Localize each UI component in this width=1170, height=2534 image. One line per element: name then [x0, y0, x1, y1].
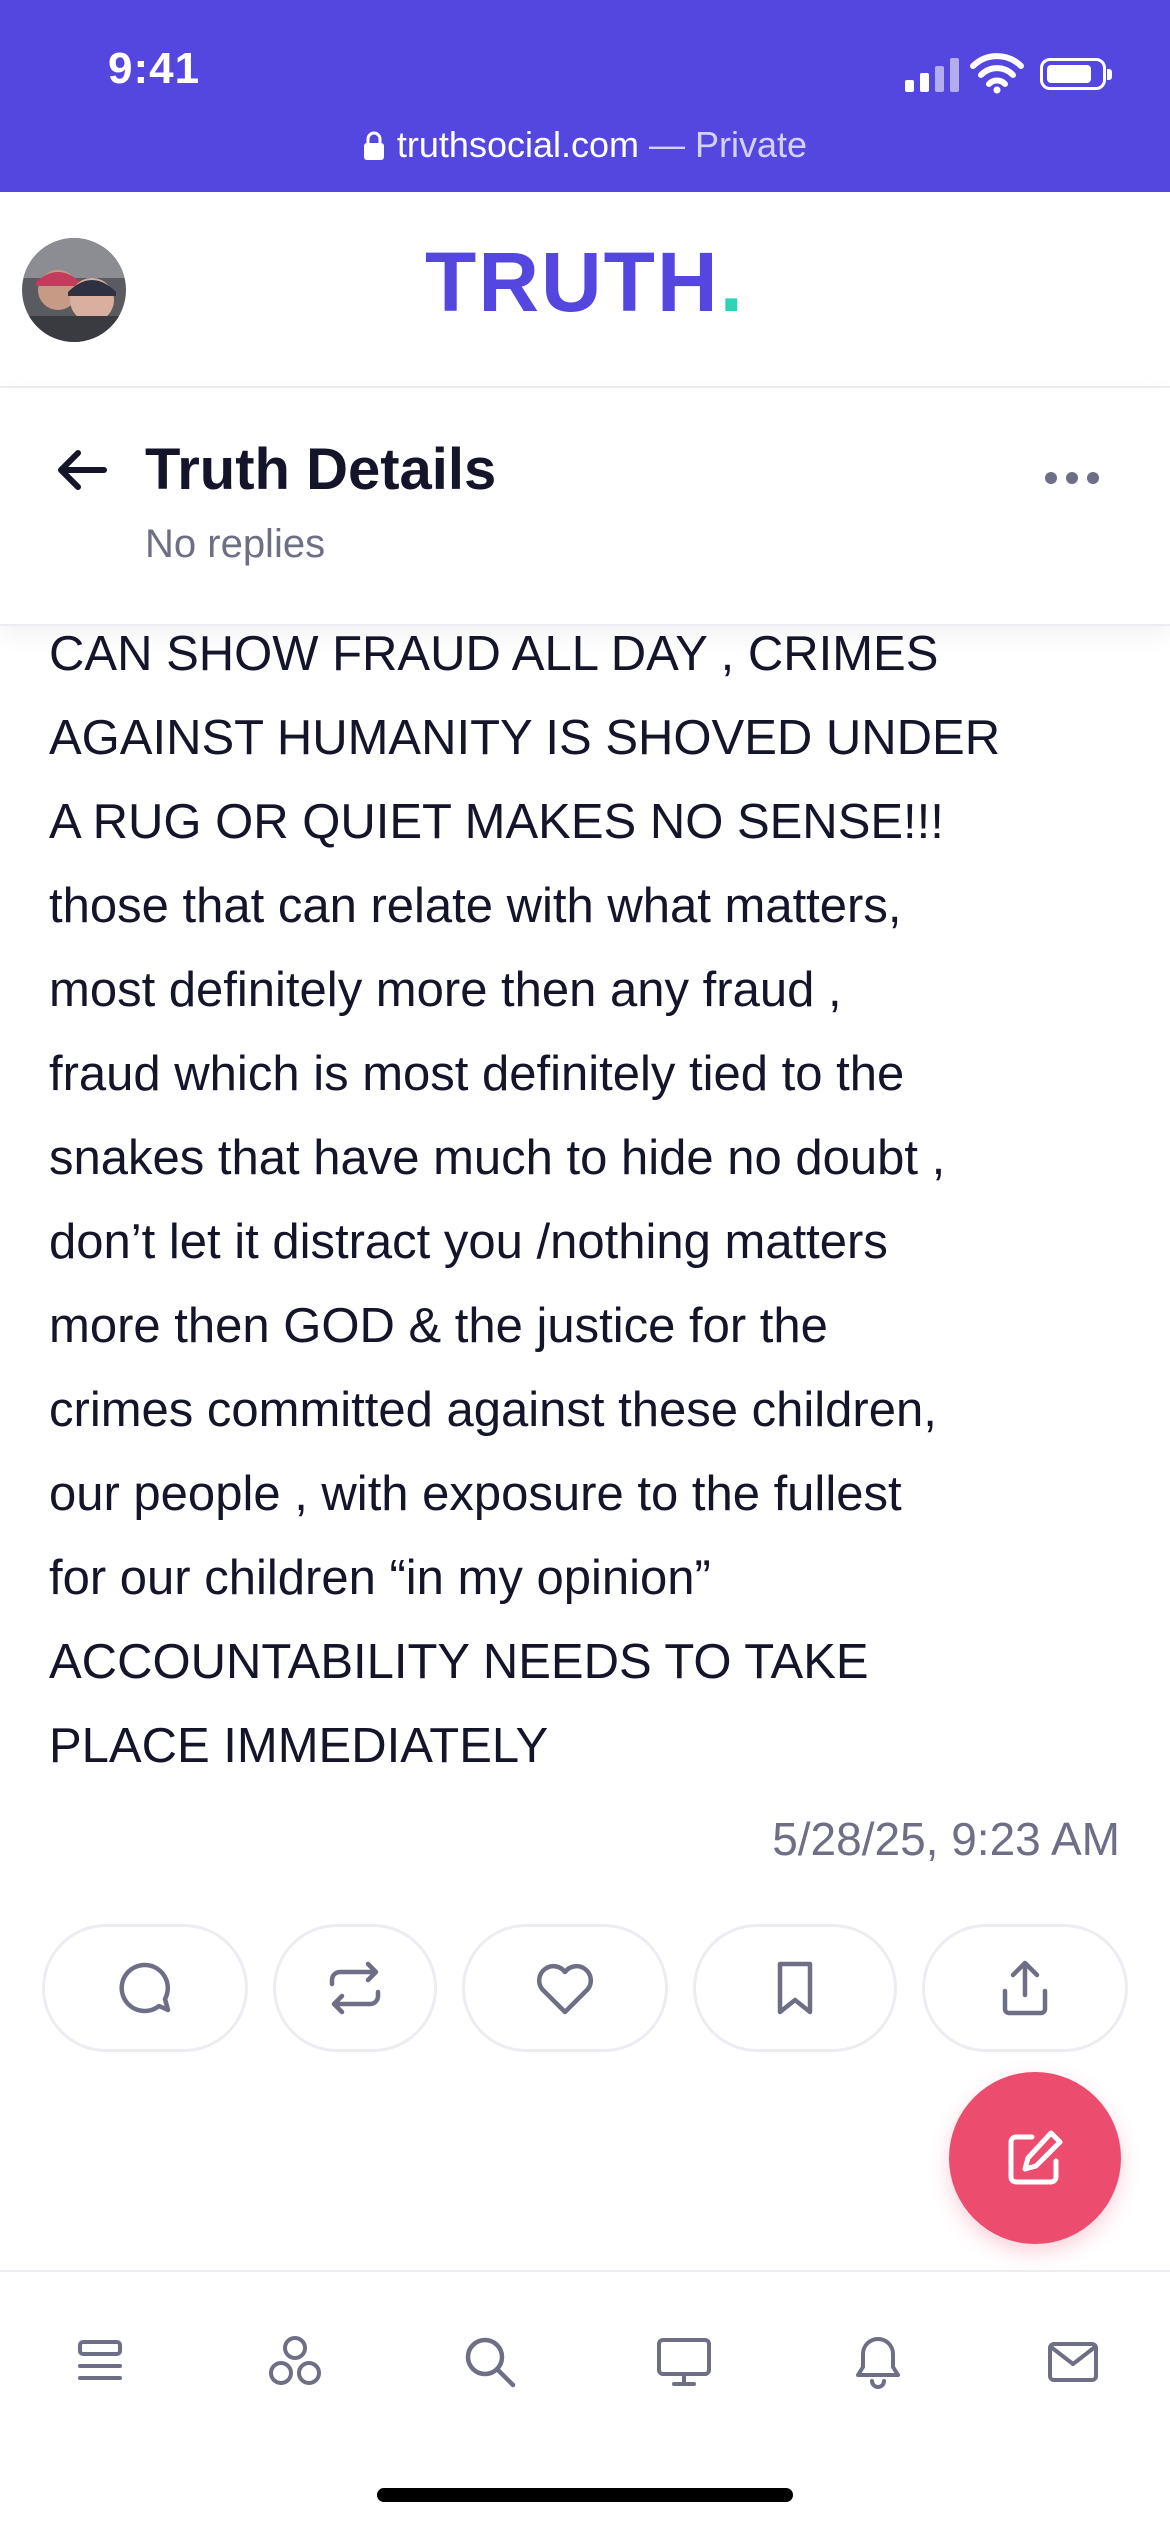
search-icon [465, 2337, 516, 2388]
post-line: PLACE IMMEDIATELY [49, 1719, 549, 1773]
post-body: CAN SHOW FRAUD ALL DAY , CRIMES AGAINST H… [49, 612, 1129, 1788]
post-timestamp: 5/28/25, 9:23 AM [772, 1813, 1120, 1865]
wifi-icon [970, 53, 1024, 94]
page-title: Truth Details [145, 437, 497, 502]
compose-icon [1008, 2130, 1063, 2185]
tab-search[interactable] [430, 2322, 550, 2402]
tab-messages[interactable] [1013, 2322, 1133, 2402]
logo-dot: . [719, 235, 745, 329]
clock: 9:41 [108, 44, 201, 93]
post-line: more then GOD & the justice for the [49, 1299, 828, 1353]
bookmark-button[interactable] [693, 1924, 897, 2052]
cellular-signal-icon [905, 58, 959, 92]
notifications-icon [856, 2337, 900, 2389]
post-line: most definitely more then any fraud , [49, 963, 842, 1017]
battery-icon [1040, 58, 1112, 90]
bookmark-icon [777, 1961, 813, 2015]
like-button[interactable] [462, 1924, 668, 2052]
retruth-icon [329, 1961, 381, 2015]
action-bar [0, 1924, 1170, 2056]
groups-icon [269, 2336, 321, 2385]
truth-logo[interactable]: TRUTH. [0, 234, 1170, 331]
retruth-button[interactable] [273, 1924, 437, 2052]
reply-icon [119, 1962, 171, 2014]
post-line: those that can relate with what matters, [49, 879, 902, 933]
more-options-icon[interactable] [1045, 472, 1099, 484]
logo-text: TRUTH [425, 235, 720, 329]
detail-header: Truth Details No replies [0, 388, 1170, 626]
compose-button[interactable] [949, 2072, 1121, 2244]
messages-icon [1048, 2342, 1098, 2382]
post-line: fraud which is most definitely tied to t… [49, 1047, 905, 1101]
private-label: — Private [639, 124, 808, 165]
tab-notifications[interactable] [818, 2322, 938, 2402]
tab-tv[interactable] [624, 2322, 744, 2402]
url-bar[interactable]: truthsocial.com — Private [0, 124, 1170, 166]
url-text: truthsocial.com [396, 124, 640, 165]
post-line: for our children “in my opinion” [49, 1551, 711, 1605]
share-icon [1002, 1960, 1048, 2016]
home-indicator[interactable] [377, 2488, 793, 2502]
reply-count: No replies [145, 522, 326, 566]
back-arrow-icon[interactable] [52, 440, 112, 500]
post-line: crimes committed against these children, [49, 1383, 937, 1437]
tab-groups[interactable] [235, 2322, 355, 2402]
post-line: A RUG OR QUIET MAKES NO SENSE!!! [49, 795, 944, 849]
app-header: TRUTH. [0, 192, 1170, 388]
feed-icon [78, 2340, 122, 2380]
lock-icon [363, 131, 384, 160]
share-button[interactable] [922, 1924, 1128, 2052]
tab-feed[interactable] [40, 2322, 160, 2402]
post-line: snakes that have much to hide no doubt , [49, 1131, 946, 1185]
tv-icon [657, 2338, 711, 2386]
like-icon [536, 1964, 594, 2015]
post-line: AGAINST HUMANITY IS SHOVED UNDER [49, 711, 1001, 765]
post-line: our people , with exposure to the fulles… [49, 1467, 902, 1521]
post-line: CAN SHOW FRAUD ALL DAY , CRIMES [49, 627, 939, 681]
post-line: don’t let it distract you /nothing matte… [49, 1215, 888, 1269]
status-bar: 9:41 truthsocial.com — Private [0, 0, 1170, 192]
reply-button[interactable] [42, 1924, 248, 2052]
post-line: ACCOUNTABILITY NEEDS TO TAKE [49, 1635, 869, 1689]
